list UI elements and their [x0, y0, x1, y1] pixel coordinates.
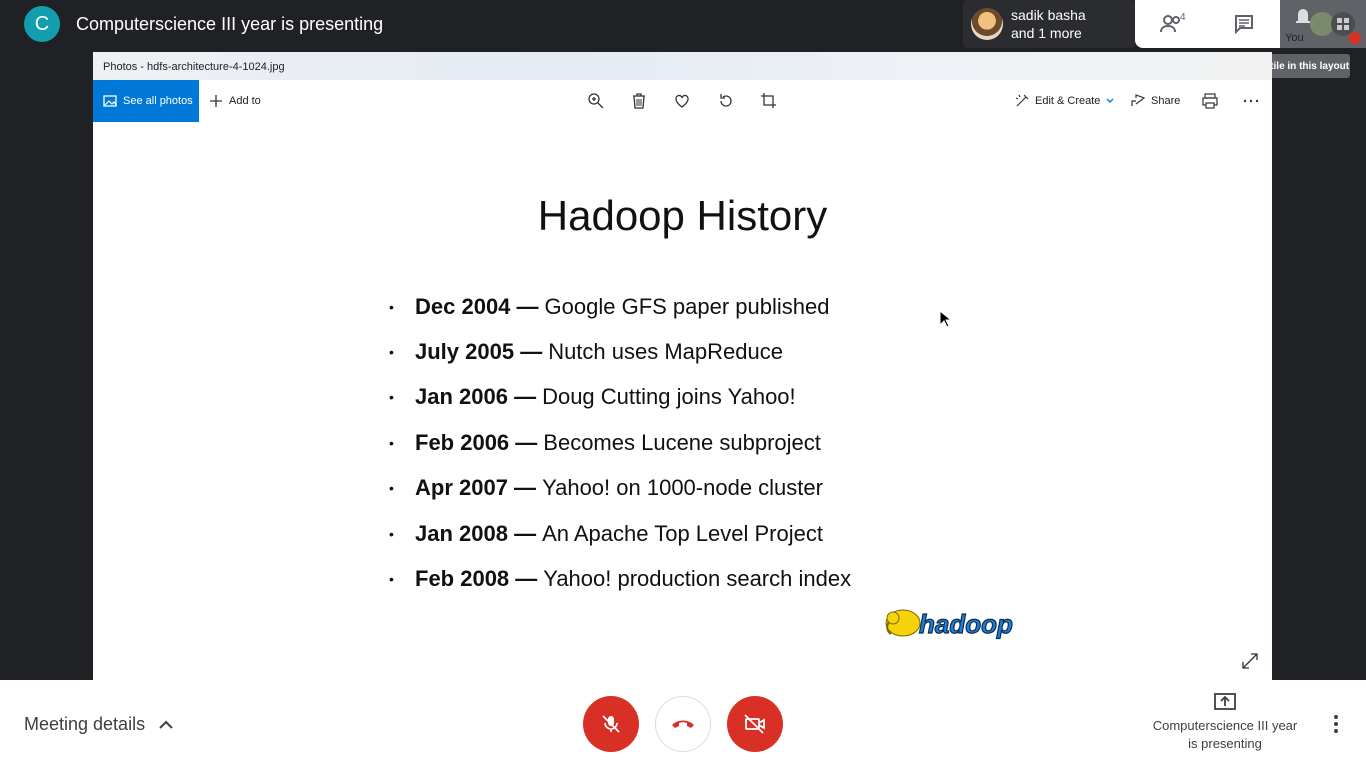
you-label: You	[1285, 32, 1304, 44]
item-text: Yahoo! on 1000-node cluster	[542, 475, 823, 501]
item-text: Becomes Lucene subproject	[543, 429, 821, 455]
camera-toggle-button[interactable]	[727, 696, 783, 752]
plus-icon	[210, 95, 222, 107]
people-count-badge: 4	[1180, 12, 1186, 23]
participant-name: sadik basha and 1 more	[1011, 6, 1086, 42]
item-date: July 2005 —	[415, 339, 543, 365]
chevron-down-icon	[1106, 98, 1114, 103]
slide-title: Hadoop History	[537, 192, 828, 239]
item-date: Apr 2007 —	[415, 475, 537, 501]
microphone-toggle-button[interactable]	[583, 696, 639, 752]
list-item: • Dec 2004 — Google GFS paper published	[389, 293, 830, 319]
edit-create-button[interactable]: Edit & Create	[1015, 80, 1114, 122]
crop-icon[interactable]	[760, 92, 778, 110]
participant-avatar	[971, 8, 1003, 40]
chat-icon[interactable]	[1230, 10, 1258, 38]
item-date: Jan 2008 —	[415, 520, 537, 546]
image-icon	[103, 95, 117, 107]
see-all-photos-button[interactable]: See all photos	[93, 80, 199, 122]
hadoop-elephant-logo: hadoop	[885, 608, 1014, 640]
item-date: Feb 2008 —	[415, 566, 538, 592]
see-all-photos-label: See all photos	[123, 95, 193, 107]
zoom-in-icon[interactable]	[587, 92, 605, 110]
bell-icon	[1296, 9, 1310, 23]
share-icon	[1131, 94, 1145, 106]
chevron-up-icon	[159, 720, 173, 729]
list-item: • Feb 2008 — Yahoo! production search inde…	[389, 566, 852, 592]
item-text: An Apache Top Level Project	[542, 520, 823, 546]
list-item: • Feb 2006 — Becomes Lucene subproject	[389, 429, 821, 455]
share-label: Share	[1151, 95, 1181, 107]
item-date: Feb 2006 —	[415, 429, 538, 455]
favorite-heart-icon[interactable]	[673, 92, 691, 110]
presentation-title: Computerscience III year is presenting	[76, 14, 384, 34]
share-button[interactable]: Share	[1131, 80, 1180, 122]
hadoop-logo-text: hadoop	[919, 609, 1013, 639]
list-item: • Jan 2006 — Doug Cutting joins Yahoo!	[389, 384, 796, 410]
presenting-line2: is presenting	[1188, 736, 1262, 751]
present-screen-icon	[1214, 693, 1236, 710]
hang-up-phone-icon	[672, 720, 694, 728]
edit-wand-icon	[1015, 94, 1029, 107]
presenter-avatar-letter: C	[24, 6, 60, 42]
add-to-button[interactable]: Add to	[209, 80, 261, 122]
more-options-icon[interactable]	[1242, 92, 1260, 110]
list-item: • Jan 2008 — An Apache Top Level Project	[389, 520, 823, 546]
list-item: • July 2005 — Nutch uses MapReduce	[389, 339, 783, 365]
item-text: Doug Cutting joins Yahoo!	[542, 384, 796, 410]
list-item: • Apr 2007 — Yahoo! on 1000-node cluster	[389, 475, 823, 501]
window-titlebar: Photos - hdfs-architecture-4-1024.jpg	[93, 52, 1272, 80]
participant-name-line1: sadik basha	[1011, 7, 1086, 23]
print-icon[interactable]	[1201, 92, 1219, 110]
item-text: Google GFS paper published	[544, 293, 830, 319]
more-options-vertical-icon[interactable]	[1328, 714, 1344, 734]
item-text: Yahoo! production search index	[543, 566, 852, 592]
camera-off-icon	[744, 714, 765, 734]
mouse-cursor-icon	[939, 310, 951, 328]
window-title: Photos - hdfs-architecture-4-1024.jpg	[103, 61, 285, 73]
leave-call-button[interactable]	[655, 696, 711, 752]
meet-bottom-bar: Meeting details Computerscience III year…	[0, 680, 1366, 768]
edit-create-label: Edit & Create	[1035, 95, 1101, 107]
mic-off-icon	[602, 715, 620, 733]
rotate-icon[interactable]	[717, 92, 735, 110]
participant-name-line2: and 1 more	[1011, 25, 1082, 41]
presenting-status-button[interactable]: Computerscience III year is presenting	[1140, 692, 1310, 753]
presenting-line1: Computerscience III year	[1152, 718, 1298, 733]
delete-icon[interactable]	[630, 92, 648, 110]
item-date: Dec 2004 —	[415, 293, 539, 319]
participant-tile[interactable]: sadik basha and 1 more	[963, 0, 1135, 48]
item-text: Nutch uses MapReduce	[548, 339, 783, 365]
meeting-details-button[interactable]: Meeting details	[24, 714, 173, 735]
slide-bullet-list: • Dec 2004 — Google GFS paper published • J…	[389, 284, 851, 602]
shared-photos-window: Photos - hdfs-architecture-4-1024.jpg Se…	[93, 52, 1272, 680]
photos-command-bar: See all photos Add to Edit & Create Shar…	[93, 80, 1272, 122]
add-to-label: Add to	[229, 95, 261, 107]
item-date: Jan 2006 —	[415, 384, 537, 410]
fullscreen-expand-icon[interactable]	[1241, 652, 1259, 670]
meeting-details-label: Meeting details	[24, 714, 146, 734]
